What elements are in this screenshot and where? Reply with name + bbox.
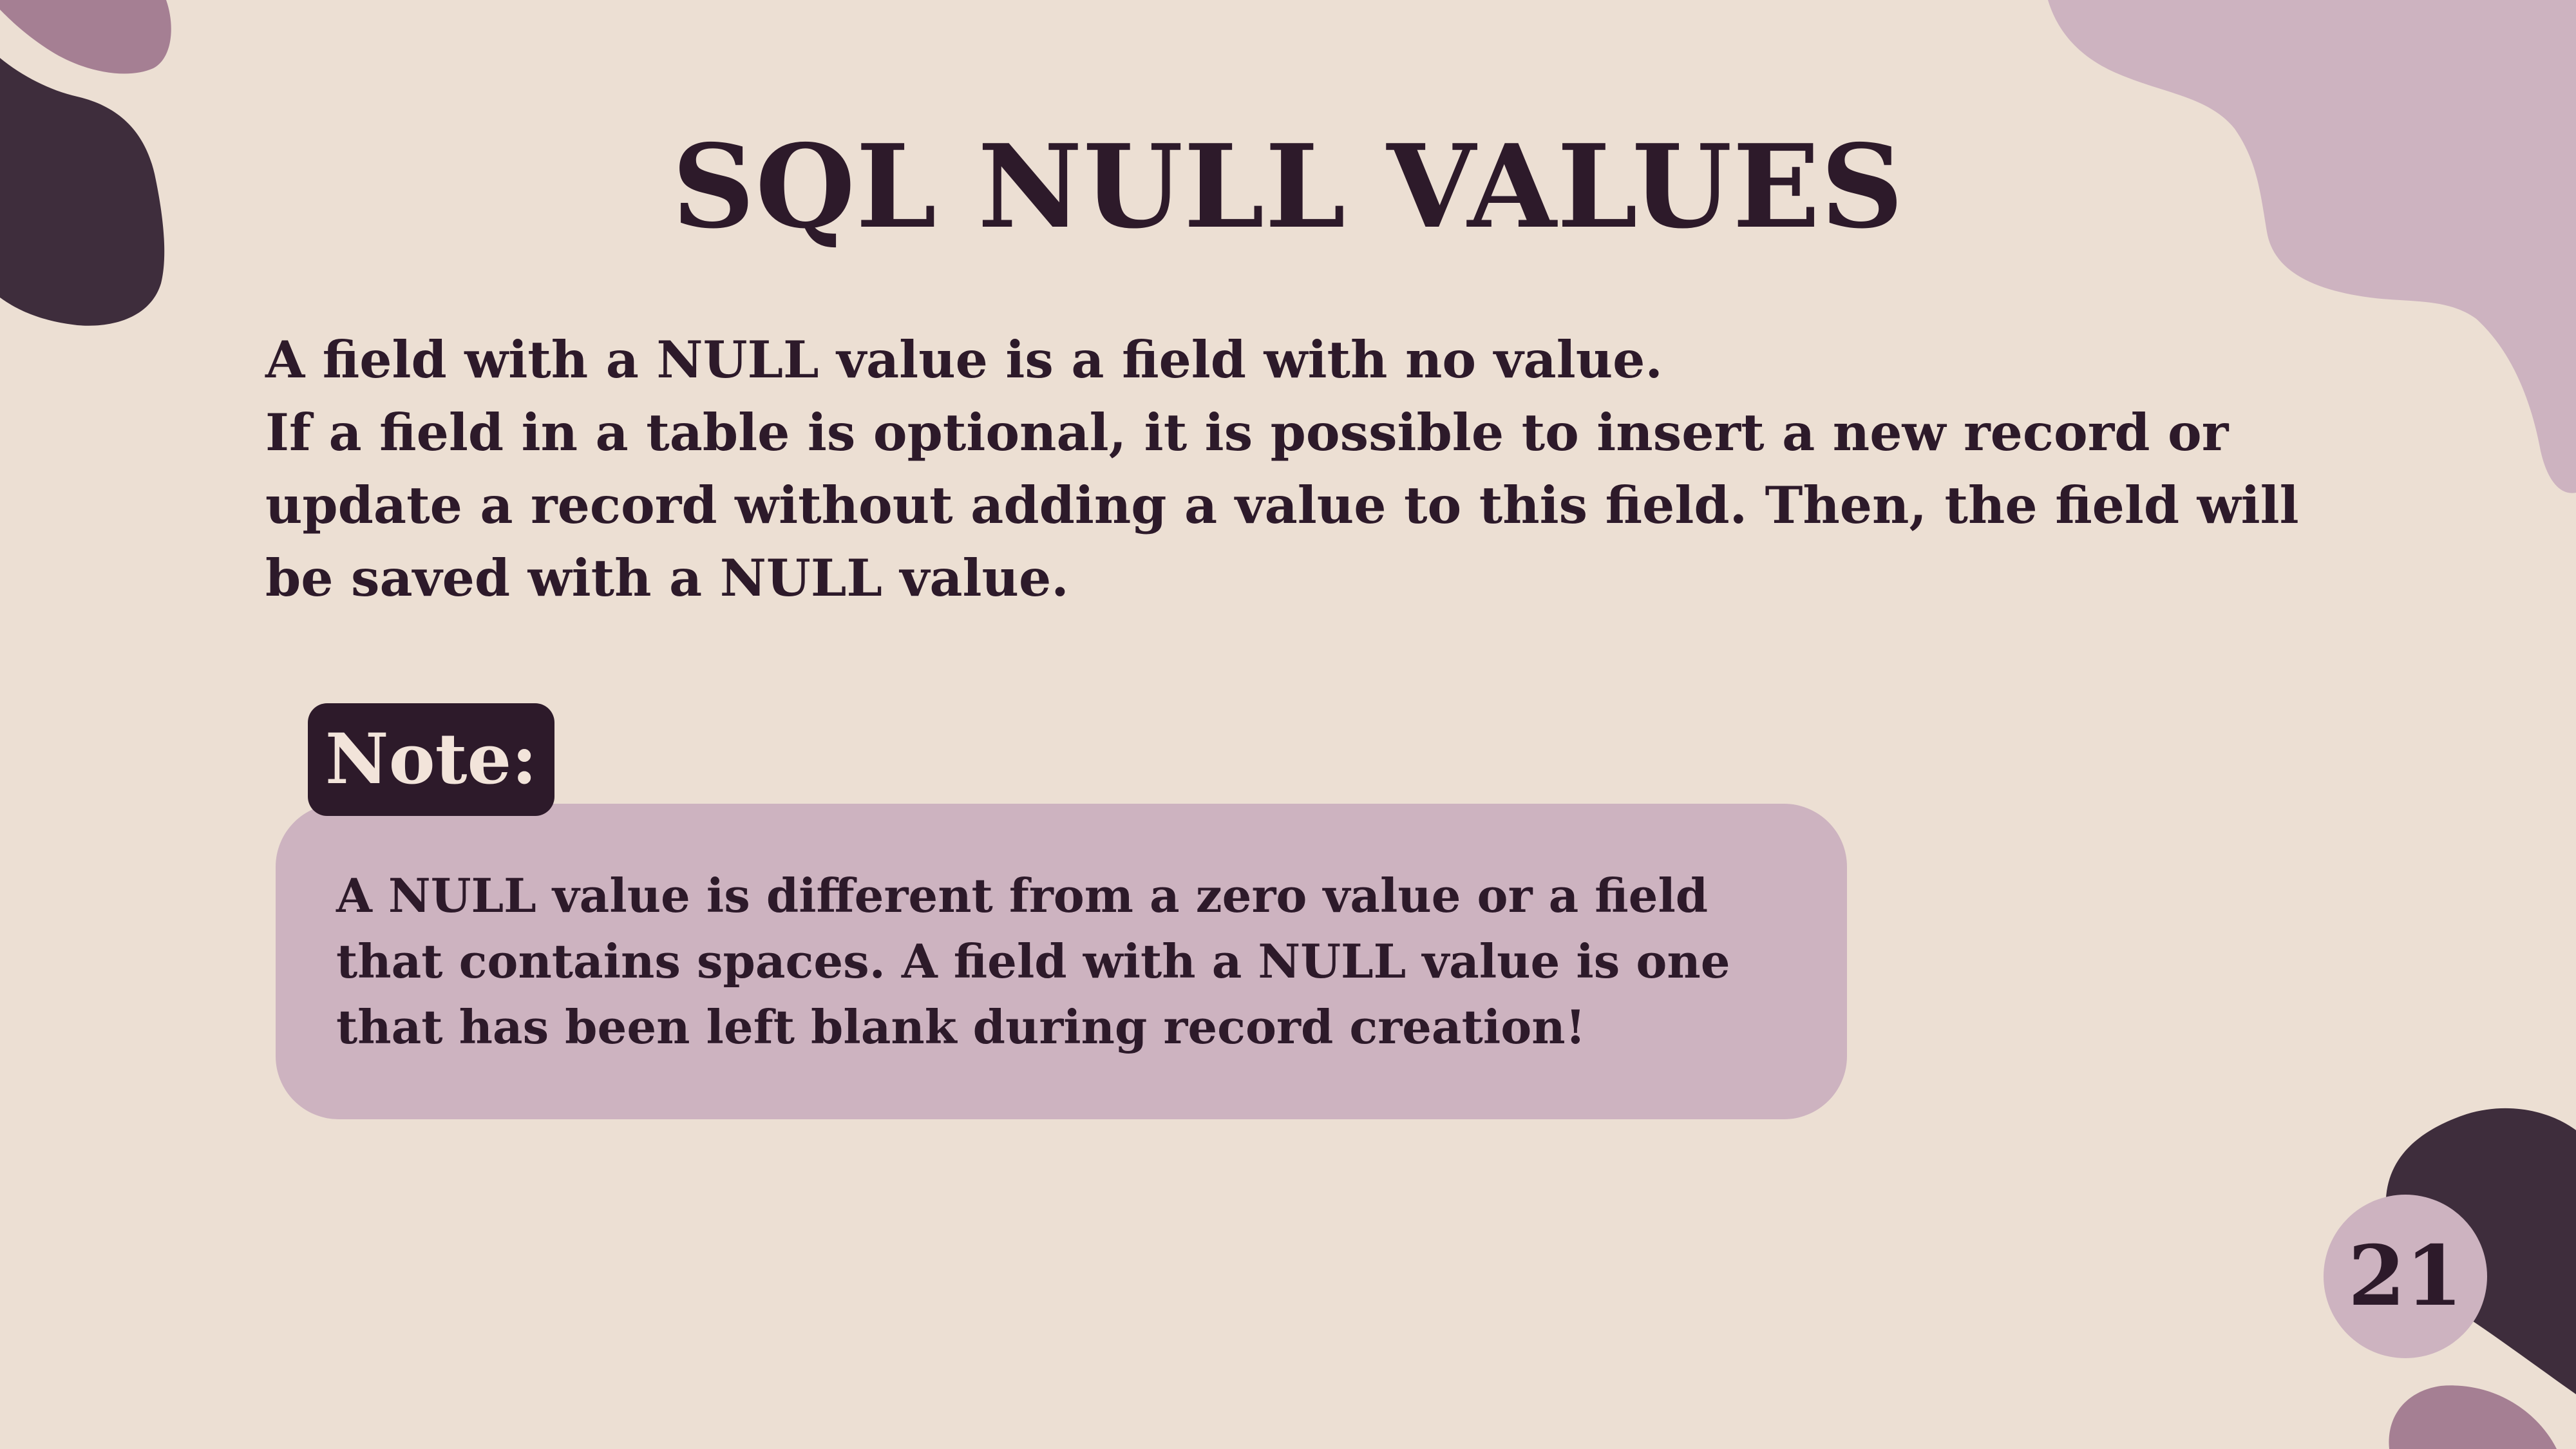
body-paragraph: If a field in a table is optional, it is… (265, 402, 2299, 608)
body-text: A field with a NULL value is a field wit… (265, 323, 2365, 614)
body-paragraph: A field with a NULL value is a field wit… (265, 330, 1663, 390)
note-label: Note: (308, 703, 554, 816)
slide-title: SQL NULL VALUES (672, 119, 1904, 254)
page-number: 21 (2324, 1195, 2487, 1358)
top-left-mauve-blob (0, 0, 171, 74)
note-text: A NULL value is different from a zero va… (336, 868, 1730, 1054)
slide: SQL NULL VALUES A field with a NULL valu… (0, 0, 2576, 1449)
bottom-right-mauve-blob (2389, 1385, 2557, 1449)
